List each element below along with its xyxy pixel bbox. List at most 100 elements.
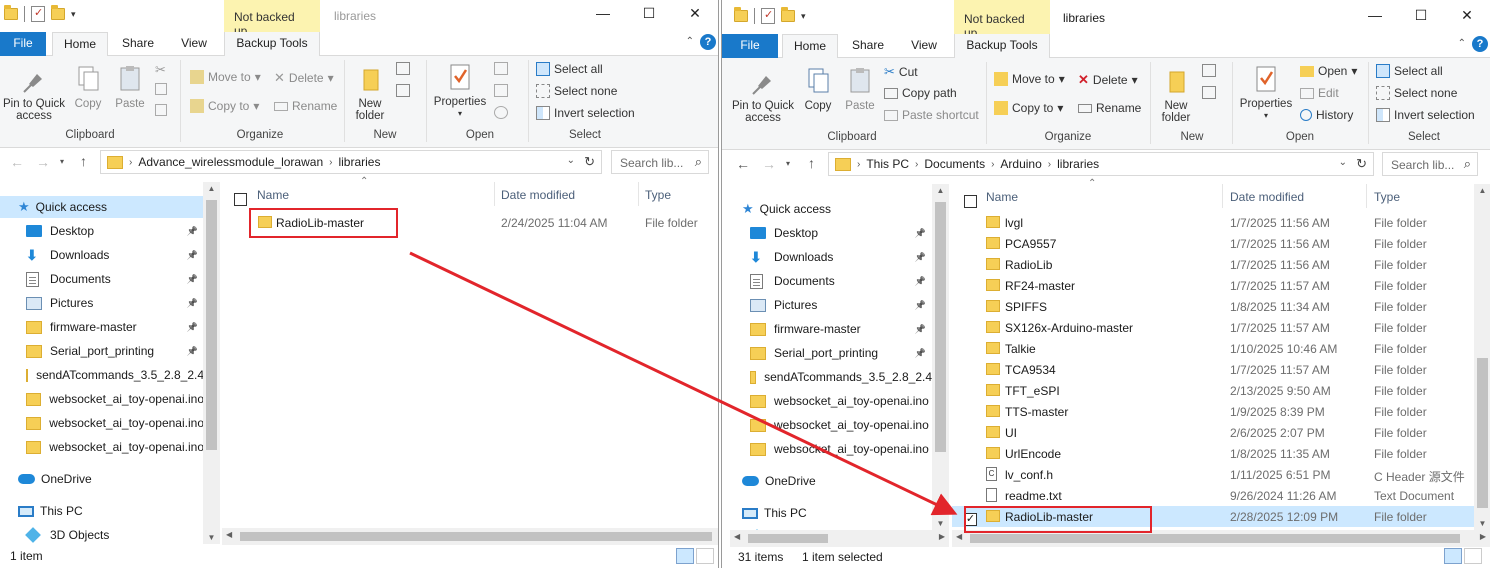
scroll-right-icon[interactable]: ▶ bbox=[939, 532, 945, 541]
history-icon[interactable] bbox=[494, 106, 508, 119]
pin-icon[interactable]: 📌 bbox=[187, 322, 198, 333]
scroll-left-icon[interactable]: ◀ bbox=[226, 530, 232, 539]
file-row[interactable]: lvgl 1/7/2025 11:56 AM File folder bbox=[952, 212, 1474, 233]
nav-item[interactable]: Serial_port_printing 📌 bbox=[0, 340, 204, 362]
breadcrumb-item[interactable]: libraries bbox=[1057, 157, 1099, 171]
nav-item[interactable]: This PC bbox=[730, 502, 932, 524]
nav-item[interactable]: This PC bbox=[0, 500, 204, 522]
nav-item[interactable]: ⬇ Downloads 📌 bbox=[730, 246, 932, 268]
scroll-down-icon[interactable]: ▼ bbox=[932, 519, 949, 528]
edit-button[interactable]: Edit bbox=[1300, 86, 1339, 100]
invert-selection-button[interactable]: Invert selection bbox=[536, 106, 635, 120]
pin-icon[interactable]: 📌 bbox=[187, 298, 198, 309]
column-date-modified[interactable]: Date modified bbox=[501, 188, 575, 202]
scroll-right-icon[interactable]: ▶ bbox=[1480, 532, 1486, 541]
tab-share[interactable]: Share bbox=[844, 34, 892, 58]
file-row[interactable]: UI 2/6/2025 2:07 PM File folder bbox=[952, 422, 1474, 443]
properties-icon[interactable] bbox=[761, 8, 775, 24]
maximize-icon[interactable]: ☐ bbox=[1398, 7, 1444, 24]
nav-item[interactable]: OneDrive bbox=[730, 470, 932, 492]
tab-home[interactable]: Home bbox=[52, 32, 108, 57]
pin-icon[interactable]: 📌 bbox=[187, 226, 198, 237]
file-row[interactable]: TFT_eSPI 2/13/2025 9:50 AM File folder bbox=[952, 380, 1474, 401]
easy-access-icon[interactable] bbox=[396, 84, 410, 97]
copy-button[interactable]: Copy bbox=[70, 64, 106, 110]
select-all-button[interactable]: Select all bbox=[1376, 64, 1443, 78]
nav-item[interactable]: Pictures 📌 bbox=[0, 292, 204, 314]
move-to-button[interactable]: Move to ▾ bbox=[994, 72, 1065, 86]
file-row[interactable]: SX126x-Arduino-master 1/7/2025 11:57 AM Fi… bbox=[952, 317, 1474, 338]
open-icon[interactable] bbox=[494, 62, 508, 75]
scroll-up-icon[interactable]: ▲ bbox=[203, 184, 220, 193]
column-divider[interactable] bbox=[494, 182, 495, 206]
new-folder-button[interactable]: New folder bbox=[350, 64, 390, 122]
nav-item[interactable]: OneDrive bbox=[0, 468, 204, 490]
breadcrumb-item[interactable]: libraries bbox=[338, 155, 380, 169]
nav-item[interactable]: sendATcommands_3.5_2.8_2.4 bbox=[730, 366, 932, 388]
paste-button[interactable]: Paste bbox=[842, 66, 878, 112]
paste-shortcut-icon[interactable] bbox=[155, 104, 167, 116]
new-folder-icon[interactable] bbox=[51, 5, 65, 20]
file-row[interactable]: SPIFFS 1/8/2025 11:34 AM File folder bbox=[952, 296, 1474, 317]
tab-file[interactable]: File bbox=[722, 34, 778, 58]
scroll-up-icon[interactable]: ▲ bbox=[1474, 186, 1490, 195]
move-to-button[interactable]: Move to ▾ bbox=[190, 70, 261, 84]
breadcrumb-item[interactable]: Arduino bbox=[1000, 157, 1041, 171]
copy-to-button[interactable]: Copy to ▾ bbox=[190, 99, 259, 113]
rename-button[interactable]: Rename bbox=[1078, 101, 1141, 115]
breadcrumb-item[interactable]: Documents bbox=[924, 157, 985, 171]
large-icons-view-icon[interactable] bbox=[696, 548, 714, 564]
new-item-icon[interactable] bbox=[396, 62, 410, 75]
scroll-left-icon[interactable]: ◀ bbox=[956, 532, 962, 541]
recent-locations-icon[interactable]: ▾ bbox=[60, 157, 64, 166]
up-icon[interactable]: ↑ bbox=[808, 155, 815, 171]
properties-icon[interactable] bbox=[31, 6, 45, 22]
select-all-button[interactable]: Select all bbox=[536, 62, 603, 76]
new-folder-button[interactable]: New folder bbox=[1156, 66, 1196, 124]
pin-icon[interactable]: 📌 bbox=[187, 346, 198, 357]
nav-item[interactable]: websocket_ai_toy-openai.ino bbox=[730, 390, 932, 412]
cut-icon[interactable]: ✂ bbox=[155, 62, 166, 78]
column-name[interactable]: Name bbox=[257, 188, 289, 202]
recent-locations-icon[interactable]: ▾ bbox=[786, 159, 790, 168]
tab-share[interactable]: Share bbox=[114, 32, 162, 56]
address-bar[interactable]: › Advance_wirelessmodule_lorawan › libra… bbox=[100, 150, 602, 174]
address-dropdown-icon[interactable]: ⌄ bbox=[567, 155, 575, 166]
file-row[interactable]: Clv_conf.h 1/11/2025 6:51 PM C Header 源文件 bbox=[952, 464, 1474, 485]
column-name[interactable]: Name bbox=[986, 190, 1018, 204]
nav-item[interactable]: websocket_ai_toy-openai.ino bbox=[730, 414, 932, 436]
help-icon[interactable]: ? bbox=[700, 34, 716, 50]
new-folder-icon[interactable] bbox=[781, 7, 795, 22]
scroll-down-icon[interactable]: ▼ bbox=[203, 533, 220, 542]
file-row[interactable]: Talkie 1/10/2025 10:46 AM File folder bbox=[952, 338, 1474, 359]
search-box[interactable]: Search lib... ⌕ bbox=[1382, 152, 1478, 176]
nav-item[interactable]: websocket_ai_toy-openai.ino bbox=[730, 438, 932, 460]
collapse-ribbon-icon[interactable]: ⌃ bbox=[1458, 38, 1466, 49]
address-dropdown-icon[interactable]: ⌄ bbox=[1339, 157, 1347, 168]
collapse-ribbon-icon[interactable]: ⌃ bbox=[686, 36, 694, 47]
nav-item[interactable]: Documents 📌 bbox=[730, 270, 932, 292]
column-type[interactable]: Type bbox=[1374, 190, 1400, 204]
nav-horizontal-scrollbar[interactable]: ◀ ▶ bbox=[730, 530, 949, 547]
close-icon[interactable]: ✕ bbox=[1444, 7, 1490, 24]
nav-item[interactable]: Documents 📌 bbox=[0, 268, 204, 290]
file-row[interactable]: UrlEncode 1/8/2025 11:35 AM File folder bbox=[952, 443, 1474, 464]
nav-item[interactable]: 3D Objects bbox=[0, 524, 204, 546]
nav-item[interactable]: firmware-master 📌 bbox=[0, 316, 204, 338]
cut-button[interactable]: ✂ Cut bbox=[884, 64, 918, 80]
help-icon[interactable]: ? bbox=[1472, 36, 1488, 52]
nav-item[interactable]: Pictures 📌 bbox=[730, 294, 932, 316]
file-row[interactable]: RadioLib 1/7/2025 11:56 AM File folder bbox=[952, 254, 1474, 275]
customize-toolbar-icon[interactable]: ▾ bbox=[71, 9, 76, 20]
scrollbar-thumb[interactable] bbox=[935, 202, 946, 452]
tab-home[interactable]: Home bbox=[782, 34, 838, 59]
paste-shortcut-button[interactable]: Paste shortcut bbox=[884, 108, 979, 122]
nav-item[interactable]: Serial_port_printing 📌 bbox=[730, 342, 932, 364]
column-date-modified[interactable]: Date modified bbox=[1230, 190, 1304, 204]
minimize-icon[interactable]: — bbox=[1352, 7, 1398, 24]
scrollbar-thumb[interactable] bbox=[206, 200, 217, 450]
select-none-button[interactable]: Select none bbox=[1376, 86, 1457, 100]
file-row[interactable]: TCA9534 1/7/2025 11:57 AM File folder bbox=[952, 359, 1474, 380]
pin-icon[interactable]: 📌 bbox=[915, 300, 926, 311]
pin-icon[interactable]: 📌 bbox=[915, 252, 926, 263]
